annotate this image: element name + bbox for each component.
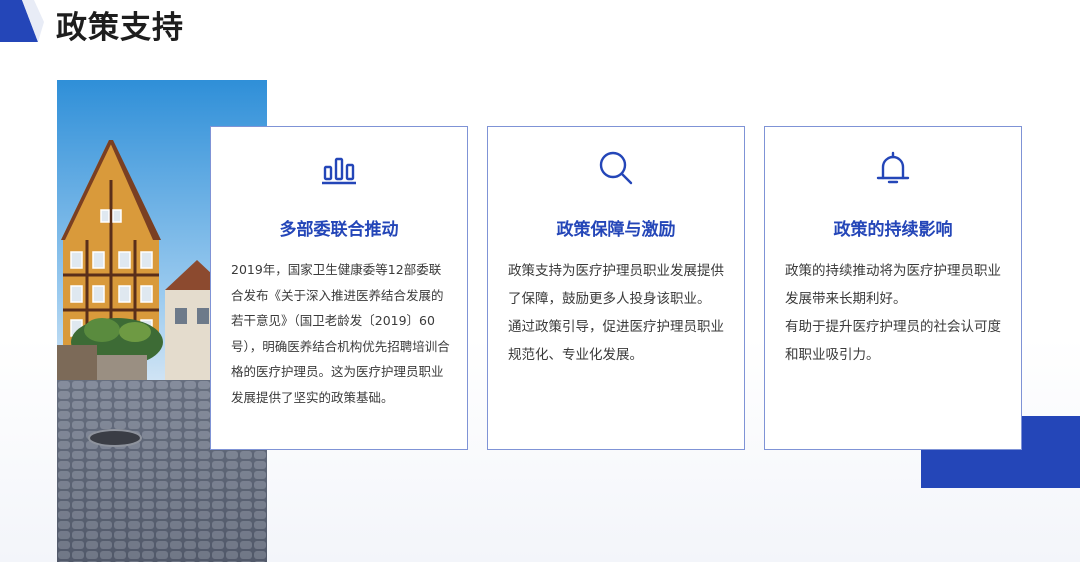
card-paragraph: 有助于提升医疗护理员的社会认可度和职业吸引力。: [785, 319, 1001, 363]
policy-card-guarantee-incentive: 政策保障与激励 政策支持为医疗护理员职业发展提供了保障，鼓励更多人投身该职业。 …: [487, 126, 745, 450]
card-body: 政策的持续推动将为医疗护理员职业发展带来长期利好。 有助于提升医疗护理员的社会认…: [785, 257, 1005, 369]
card-paragraph: 通过政策引导，促进医疗护理员职业规范化、专业化发展。: [508, 319, 724, 363]
page-title: 政策支持: [56, 10, 184, 46]
bell-icon: [876, 151, 910, 184]
card-title: 政策保障与激励: [556, 220, 676, 240]
card-body: 2019年，国家卫生健康委等12部委联合发布《关于深入推进医养结合发展的若干意见…: [231, 257, 451, 411]
card-body: 政策支持为医疗护理员职业发展提供了保障，鼓励更多人投身该职业。 通过政策引导，促…: [508, 257, 728, 369]
card-paragraph: 政策支持为医疗护理员职业发展提供了保障，鼓励更多人投身该职业。: [508, 263, 724, 307]
card-title: 多部委联合推动: [279, 220, 399, 240]
bar-chart-icon: [322, 157, 356, 185]
card-paragraph: 2019年，国家卫生健康委等12部委联合发布《关于深入推进医养结合发展的若干意见…: [231, 262, 450, 405]
card-title: 政策的持续影响: [833, 220, 953, 240]
corner-decoration: [0, 0, 44, 42]
search-icon: [599, 151, 633, 185]
policy-card-joint-promotion: 多部委联合推动 2019年，国家卫生健康委等12部委联合发布《关于深入推进医养结…: [210, 126, 468, 450]
policy-card-lasting-impact: 政策的持续影响 政策的持续推动将为医疗护理员职业发展带来长期利好。 有助于提升医…: [764, 126, 1022, 450]
card-paragraph: 政策的持续推动将为医疗护理员职业发展带来长期利好。: [785, 263, 1001, 307]
